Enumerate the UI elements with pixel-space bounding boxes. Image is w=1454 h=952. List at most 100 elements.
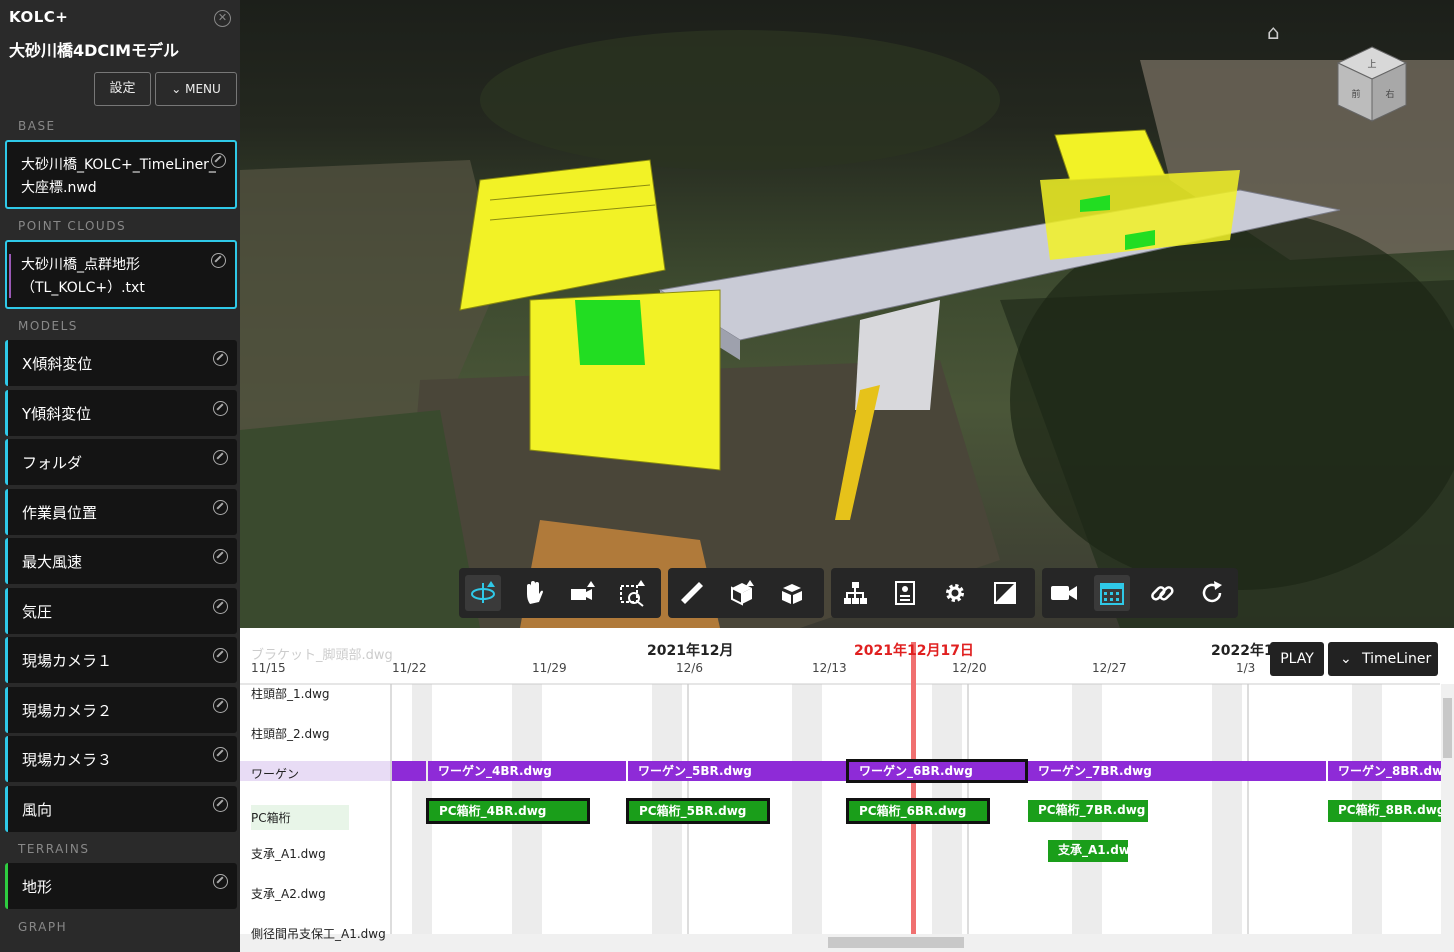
timeline-grid (240, 628, 1454, 952)
zoom-window-icon[interactable] (615, 575, 651, 611)
tick-label: 11/15 (251, 661, 286, 675)
section-box-icon[interactable] (724, 575, 760, 611)
bridge-scene (240, 30, 1454, 628)
compass-icon[interactable] (213, 599, 228, 614)
task-row-label: 柱頭部_2.dwg (251, 727, 330, 741)
camera-icon[interactable] (565, 575, 601, 611)
wagen-bar[interactable]: ワーゲン_8BR.dwg (1328, 761, 1441, 781)
pointcloud-color-bar (9, 254, 11, 298)
compass-icon[interactable] (211, 253, 226, 268)
tick-label: 12/13 (812, 661, 847, 675)
pan-hand-icon[interactable] (515, 575, 551, 611)
terrain-item[interactable]: 地形 (5, 863, 237, 909)
link-icon[interactable] (1144, 575, 1180, 611)
compass-icon[interactable] (213, 648, 228, 663)
menu-button[interactable]: ⌄ MENU (155, 72, 237, 106)
model-item-worker-position[interactable]: 作業員位置 (5, 489, 237, 535)
measure-ruler-icon[interactable] (674, 575, 710, 611)
wagen-bar[interactable]: ワーゲン_7BR.dwg (1028, 761, 1326, 781)
section-models: MODELS (18, 319, 78, 333)
model-item-x-tilt[interactable]: X傾斜変位 (5, 340, 237, 386)
pc-box-bar[interactable]: PC箱桁_6BR.dwg (846, 798, 990, 824)
model-label: 最大風速 (22, 553, 83, 571)
compass-icon[interactable] (213, 500, 228, 515)
tick-label: 12/6 (676, 661, 703, 675)
chevron-down-icon: ⌄ (171, 82, 182, 96)
section-terrains: TERRAINS (18, 842, 90, 856)
model-item-y-tilt[interactable]: Y傾斜変位 (5, 390, 237, 436)
pointcloud-item[interactable]: 大砂川橋_点群地形（TL_KOLC+）.txt (5, 240, 237, 309)
compass-icon[interactable] (213, 351, 228, 366)
month-label: 2022年1 (1211, 643, 1274, 659)
settings-gear-icon[interactable] (937, 575, 973, 611)
timeliner-dropdown[interactable]: ⌄ TimeLiner (1328, 642, 1438, 676)
model-label: X傾斜変位 (22, 355, 93, 373)
wagen-bar[interactable]: ワーゲン_5BR.dwg (628, 761, 846, 781)
compass-icon[interactable] (213, 549, 228, 564)
current-date-label: 2021年12月17日 (854, 643, 974, 659)
compass-icon[interactable] (213, 797, 228, 812)
model-item-camera-1[interactable]: 現場カメラ１ (5, 637, 237, 683)
brand-logo: KOLC+ (9, 8, 69, 26)
section-graph: GRAPH (18, 920, 68, 934)
chevron-down-icon: ⌄ (1340, 651, 1352, 667)
compass-icon[interactable] (213, 450, 228, 465)
pc-box-bar[interactable]: PC箱桁_8BR.dwg (1328, 800, 1441, 822)
navcube-right-label: 右 (1385, 88, 1394, 100)
base-model-item[interactable]: 大砂川橋_KOLC+_TimeLiner_大座標.nwd (5, 140, 237, 209)
navcube-top-label: 上 (1367, 59, 1376, 70)
task-row-label: 支承_A2.dwg (251, 887, 326, 901)
model-browser-icon[interactable] (837, 575, 873, 611)
wagen-bar[interactable] (392, 761, 426, 781)
model-item-max-wind[interactable]: 最大風速 (5, 538, 237, 584)
task-row-label: PC箱桁 (251, 805, 349, 830)
task-row-label: 支承_A1.dwg (251, 847, 326, 861)
model-item-folder[interactable]: フォルダ (5, 439, 237, 485)
task-row-label: 柱頭部_1.dwg (251, 687, 330, 701)
compass-icon[interactable] (213, 874, 228, 889)
compass-icon[interactable] (213, 401, 228, 416)
section-point-clouds: POINT CLOUDS (18, 219, 127, 233)
model-item-camera-3[interactable]: 現場カメラ３ (5, 736, 237, 782)
model-item-camera-2[interactable]: 現場カメラ２ (5, 687, 237, 733)
close-icon[interactable]: ✕ (214, 10, 231, 27)
properties-icon[interactable] (887, 575, 923, 611)
calendar-icon[interactable] (1094, 575, 1130, 611)
settings-button[interactable]: 設定 (94, 72, 151, 106)
reset-refresh-icon[interactable] (1194, 575, 1230, 611)
wagen-bar-selected[interactable]: ワーゲン_6BR.dwg (846, 759, 1028, 783)
compass-icon[interactable] (213, 698, 228, 713)
compass-icon[interactable] (211, 153, 226, 168)
home-icon[interactable]: ⌂ (1267, 20, 1280, 44)
model-item-pressure[interactable]: 気圧 (5, 588, 237, 634)
pc-box-bar[interactable]: PC箱桁_4BR.dwg (426, 798, 590, 824)
wagen-bar[interactable]: ワーゲン_4BR.dwg (428, 761, 626, 781)
toolbar-tools (668, 568, 824, 618)
compass-icon[interactable] (213, 747, 228, 762)
base-model-label: 大砂川橋_KOLC+_TimeLiner_大座標.nwd (21, 157, 216, 196)
model-label: 風向 (22, 801, 53, 819)
bearing-bar[interactable]: 支承_A1.dw (1048, 840, 1128, 862)
project-title: 大砂川橋4DCIMモデル (9, 41, 180, 60)
explode-model-icon[interactable] (774, 575, 810, 611)
tick-label: 11/29 (532, 661, 567, 675)
toolbar-extensions (1042, 568, 1238, 618)
timeliner-panel: ブラケット_脚頭部.dwg 2021年12月 2021年12月17日 2022年… (240, 628, 1454, 952)
fullscreen-icon[interactable] (987, 575, 1023, 611)
terrain-label: 地形 (22, 878, 53, 896)
video-camera-icon[interactable] (1046, 575, 1082, 611)
play-button[interactable]: PLAY (1270, 642, 1324, 676)
model-label: フォルダ (22, 454, 83, 472)
model-item-wind-direction[interactable]: 風向 (5, 786, 237, 832)
3d-viewport[interactable]: ⌂ 上 前 右 (240, 0, 1454, 628)
navigation-cube[interactable]: 上 前 右 (1336, 45, 1408, 123)
model-label: Y傾斜変位 (22, 405, 92, 423)
task-row-label: ワーゲン (251, 767, 300, 781)
orbit-icon[interactable] (465, 575, 501, 611)
pc-box-bar[interactable]: PC箱桁_5BR.dwg (626, 798, 770, 824)
pc-box-bar[interactable]: PC箱桁_7BR.dwg (1028, 800, 1148, 822)
model-label: 作業員位置 (22, 504, 98, 522)
section-base: BASE (18, 119, 56, 133)
model-label: 現場カメラ１ (22, 652, 113, 670)
month-label: 2021年12月 (647, 643, 734, 659)
